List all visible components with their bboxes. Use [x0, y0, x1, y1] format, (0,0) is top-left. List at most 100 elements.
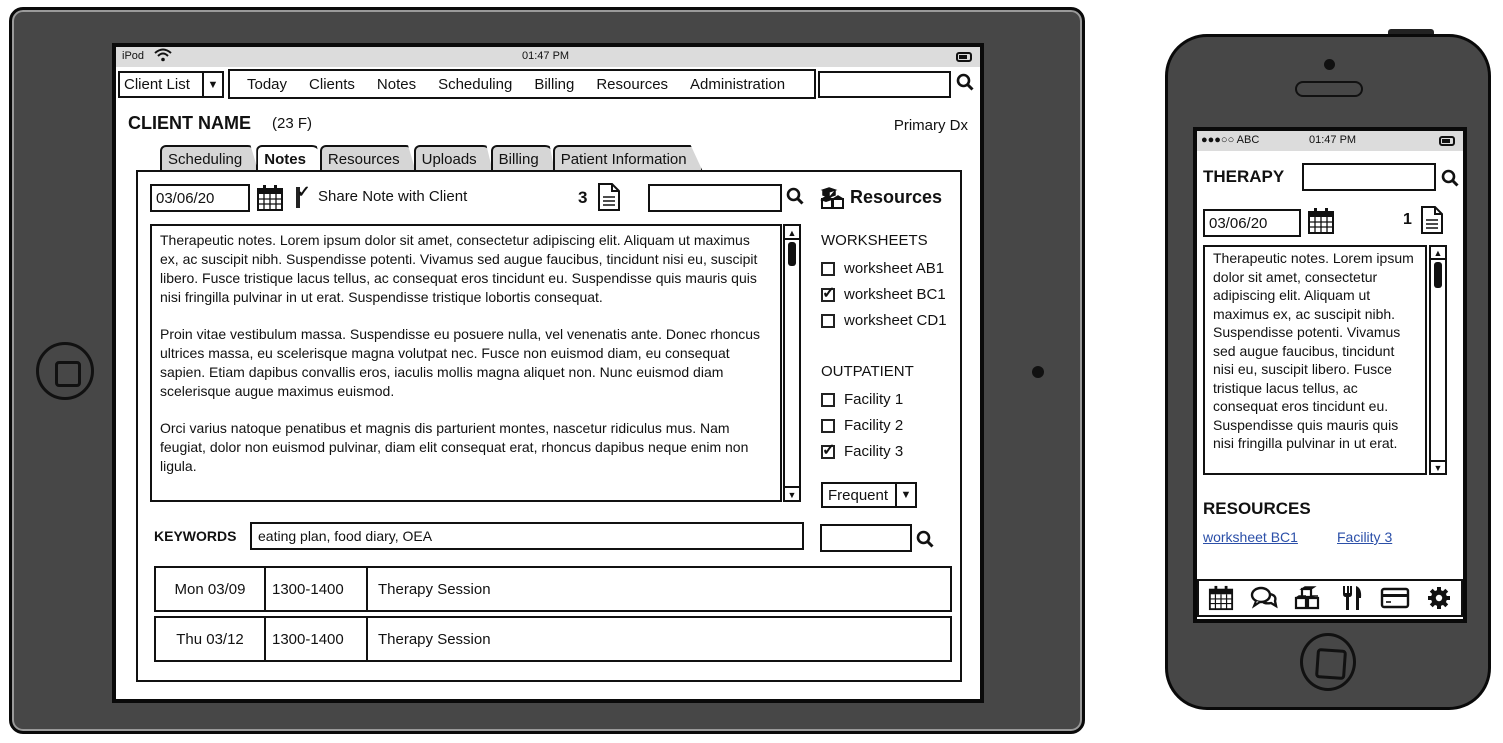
tab-scheduling[interactable]: Scheduling: [160, 145, 259, 171]
menu-item-billing[interactable]: Billing: [523, 76, 585, 93]
table-row[interactable]: Thu 03/12 1300-1400 Therapy Session: [154, 616, 952, 662]
menu-item-resources[interactable]: Resources: [585, 76, 679, 93]
frequency-dropdown[interactable]: Frequent ▼: [821, 482, 917, 508]
phone-device: ●●●○○ ABC 01:47 PM THERAPY 03/06/20 1 Th…: [1165, 34, 1491, 710]
checkbox-label: Facility 3: [844, 443, 904, 460]
resource-search-input[interactable]: [820, 524, 912, 552]
cubes-icon[interactable]: [1290, 583, 1326, 613]
menu-item-administration[interactable]: Administration: [679, 76, 796, 93]
appointment-description: Therapy Session: [378, 580, 491, 598]
checkbox-label: Facility 2: [844, 417, 904, 434]
notes-search-input[interactable]: [648, 184, 782, 212]
worksheet-bc1-option[interactable]: worksheet BC1: [821, 283, 946, 303]
tab-notes[interactable]: Notes: [256, 145, 322, 171]
scroll-thumb[interactable]: [788, 242, 796, 266]
resource-link-facility-3[interactable]: Facility 3: [1337, 529, 1392, 545]
menu-item-scheduling[interactable]: Scheduling: [427, 76, 523, 93]
document-icon[interactable]: [1419, 205, 1445, 240]
tab-billing[interactable]: Billing: [490, 145, 555, 171]
search-icon[interactable]: [786, 187, 804, 210]
checkbox[interactable]: [821, 418, 835, 433]
note-paragraph: Therapeutic notes. Lorem ipsum dolor sit…: [160, 232, 758, 305]
note-paragraph: Orci varius natoque penatibus et magnis …: [160, 420, 749, 474]
table-row[interactable]: Mon 03/09 1300-1400 Therapy Session: [154, 566, 952, 612]
utensils-icon[interactable]: [1334, 583, 1370, 613]
facility-1-option[interactable]: Facility 1: [821, 391, 903, 408]
facility-3-option[interactable]: Facility 3: [821, 440, 904, 460]
gear-icon[interactable]: [1421, 583, 1457, 613]
appointment-day: Mon 03/09: [156, 568, 266, 610]
chat-icon[interactable]: [1246, 583, 1282, 613]
credit-card-icon[interactable]: [1377, 583, 1413, 613]
appointment-day: Thu 03/12: [156, 618, 266, 660]
note-date-input[interactable]: 03/06/20: [150, 184, 250, 212]
resources-title: Resources: [850, 187, 943, 207]
battery-icon: [1439, 136, 1455, 146]
menu-item-today[interactable]: Today: [230, 76, 298, 93]
share-note-label: Share Note with Client: [318, 188, 468, 205]
scroll-up-icon[interactable]: ▲: [1431, 247, 1445, 260]
document-icon[interactable]: [596, 182, 622, 217]
calendar-icon[interactable]: [1307, 207, 1335, 240]
checkbox[interactable]: [821, 392, 835, 407]
notes-textarea[interactable]: Therapeutic notes. Lorem ipsum dolor sit…: [150, 224, 782, 502]
outpatient-heading: OUTPATIENT: [821, 363, 914, 380]
tab-resources[interactable]: Resources: [319, 145, 416, 171]
resource-link-worksheet-bc1[interactable]: worksheet BC1: [1203, 529, 1298, 545]
search-icon[interactable]: [1441, 169, 1459, 192]
client-list-dropdown[interactable]: Client List ▼: [118, 71, 224, 98]
scroll-thumb[interactable]: [1434, 262, 1442, 288]
client-tabs: Scheduling Notes Resources Uploads Billi…: [160, 145, 703, 171]
appointment-time: 1300-1400: [266, 568, 368, 610]
tab-uploads[interactable]: Uploads: [413, 145, 493, 171]
search-icon[interactable]: [916, 530, 934, 553]
notes-scrollbar[interactable]: ▲ ▼: [783, 224, 801, 502]
checkbox[interactable]: [821, 440, 835, 460]
scroll-down-icon[interactable]: ▼: [785, 486, 799, 500]
bottom-tab-bar: [1197, 579, 1463, 617]
chevron-down-icon[interactable]: ▼: [895, 484, 915, 506]
calendar-icon[interactable]: [256, 184, 284, 217]
share-note-checkbox[interactable]: [296, 187, 300, 208]
status-bar: ●●●○○ ABC 01:47 PM: [1197, 131, 1463, 151]
battery-icon: [956, 52, 972, 62]
note-count: 3: [578, 188, 588, 207]
facility-2-option[interactable]: Facility 2: [821, 417, 903, 434]
checkbox[interactable]: [821, 261, 835, 276]
search-icon[interactable]: [956, 73, 974, 96]
cubes-icon: [820, 187, 846, 214]
checkbox-label: worksheet CD1: [844, 312, 947, 329]
calendar-icon[interactable]: [1203, 583, 1239, 613]
chevron-down-icon[interactable]: ▼: [202, 73, 222, 96]
keywords-input[interactable]: eating plan, food diary, OEA: [250, 522, 804, 550]
client-name: CLIENT NAME: [128, 113, 251, 133]
menu-item-notes[interactable]: Notes: [366, 76, 427, 93]
note-date-input[interactable]: 03/06/20: [1203, 209, 1301, 237]
camera-dot: [1032, 366, 1044, 378]
camera-dot: [1324, 59, 1335, 70]
schedule-table: Mon 03/09 1300-1400 Therapy Session Thu …: [154, 566, 952, 666]
home-button[interactable]: [1300, 633, 1356, 691]
menu-item-clients[interactable]: Clients: [298, 76, 366, 93]
notes-scrollbar[interactable]: ▲ ▼: [1429, 245, 1447, 475]
checkbox[interactable]: [821, 313, 835, 328]
phone-screen: ●●●○○ ABC 01:47 PM THERAPY 03/06/20 1 Th…: [1193, 127, 1467, 623]
checkbox-label: worksheet AB1: [844, 260, 945, 277]
tablet-device: iPod 01:47 PM Client List ▼ Today Client…: [9, 7, 1085, 734]
status-bar: iPod 01:47 PM: [116, 47, 980, 67]
page-title: THERAPY: [1203, 167, 1285, 186]
carrier-label: ●●●○○ ABC: [1201, 134, 1260, 146]
resources-heading: RESOURCES: [1203, 499, 1311, 518]
home-button[interactable]: [36, 342, 94, 400]
global-search-input[interactable]: [818, 71, 951, 98]
search-input[interactable]: [1302, 163, 1436, 191]
client-list-label: Client List: [124, 76, 190, 93]
worksheet-ab1-option[interactable]: worksheet AB1: [821, 260, 944, 277]
tab-patient-information[interactable]: Patient Information: [552, 145, 703, 171]
scroll-down-icon[interactable]: ▼: [1431, 460, 1445, 473]
scroll-up-icon[interactable]: ▲: [785, 226, 799, 240]
top-navigation: Client List ▼ Today Clients Notes Schedu…: [118, 69, 978, 99]
worksheet-cd1-option[interactable]: worksheet CD1: [821, 312, 947, 329]
notes-textarea[interactable]: Therapeutic notes. Lorem ipsum dolor sit…: [1203, 245, 1427, 475]
checkbox[interactable]: [821, 283, 835, 303]
